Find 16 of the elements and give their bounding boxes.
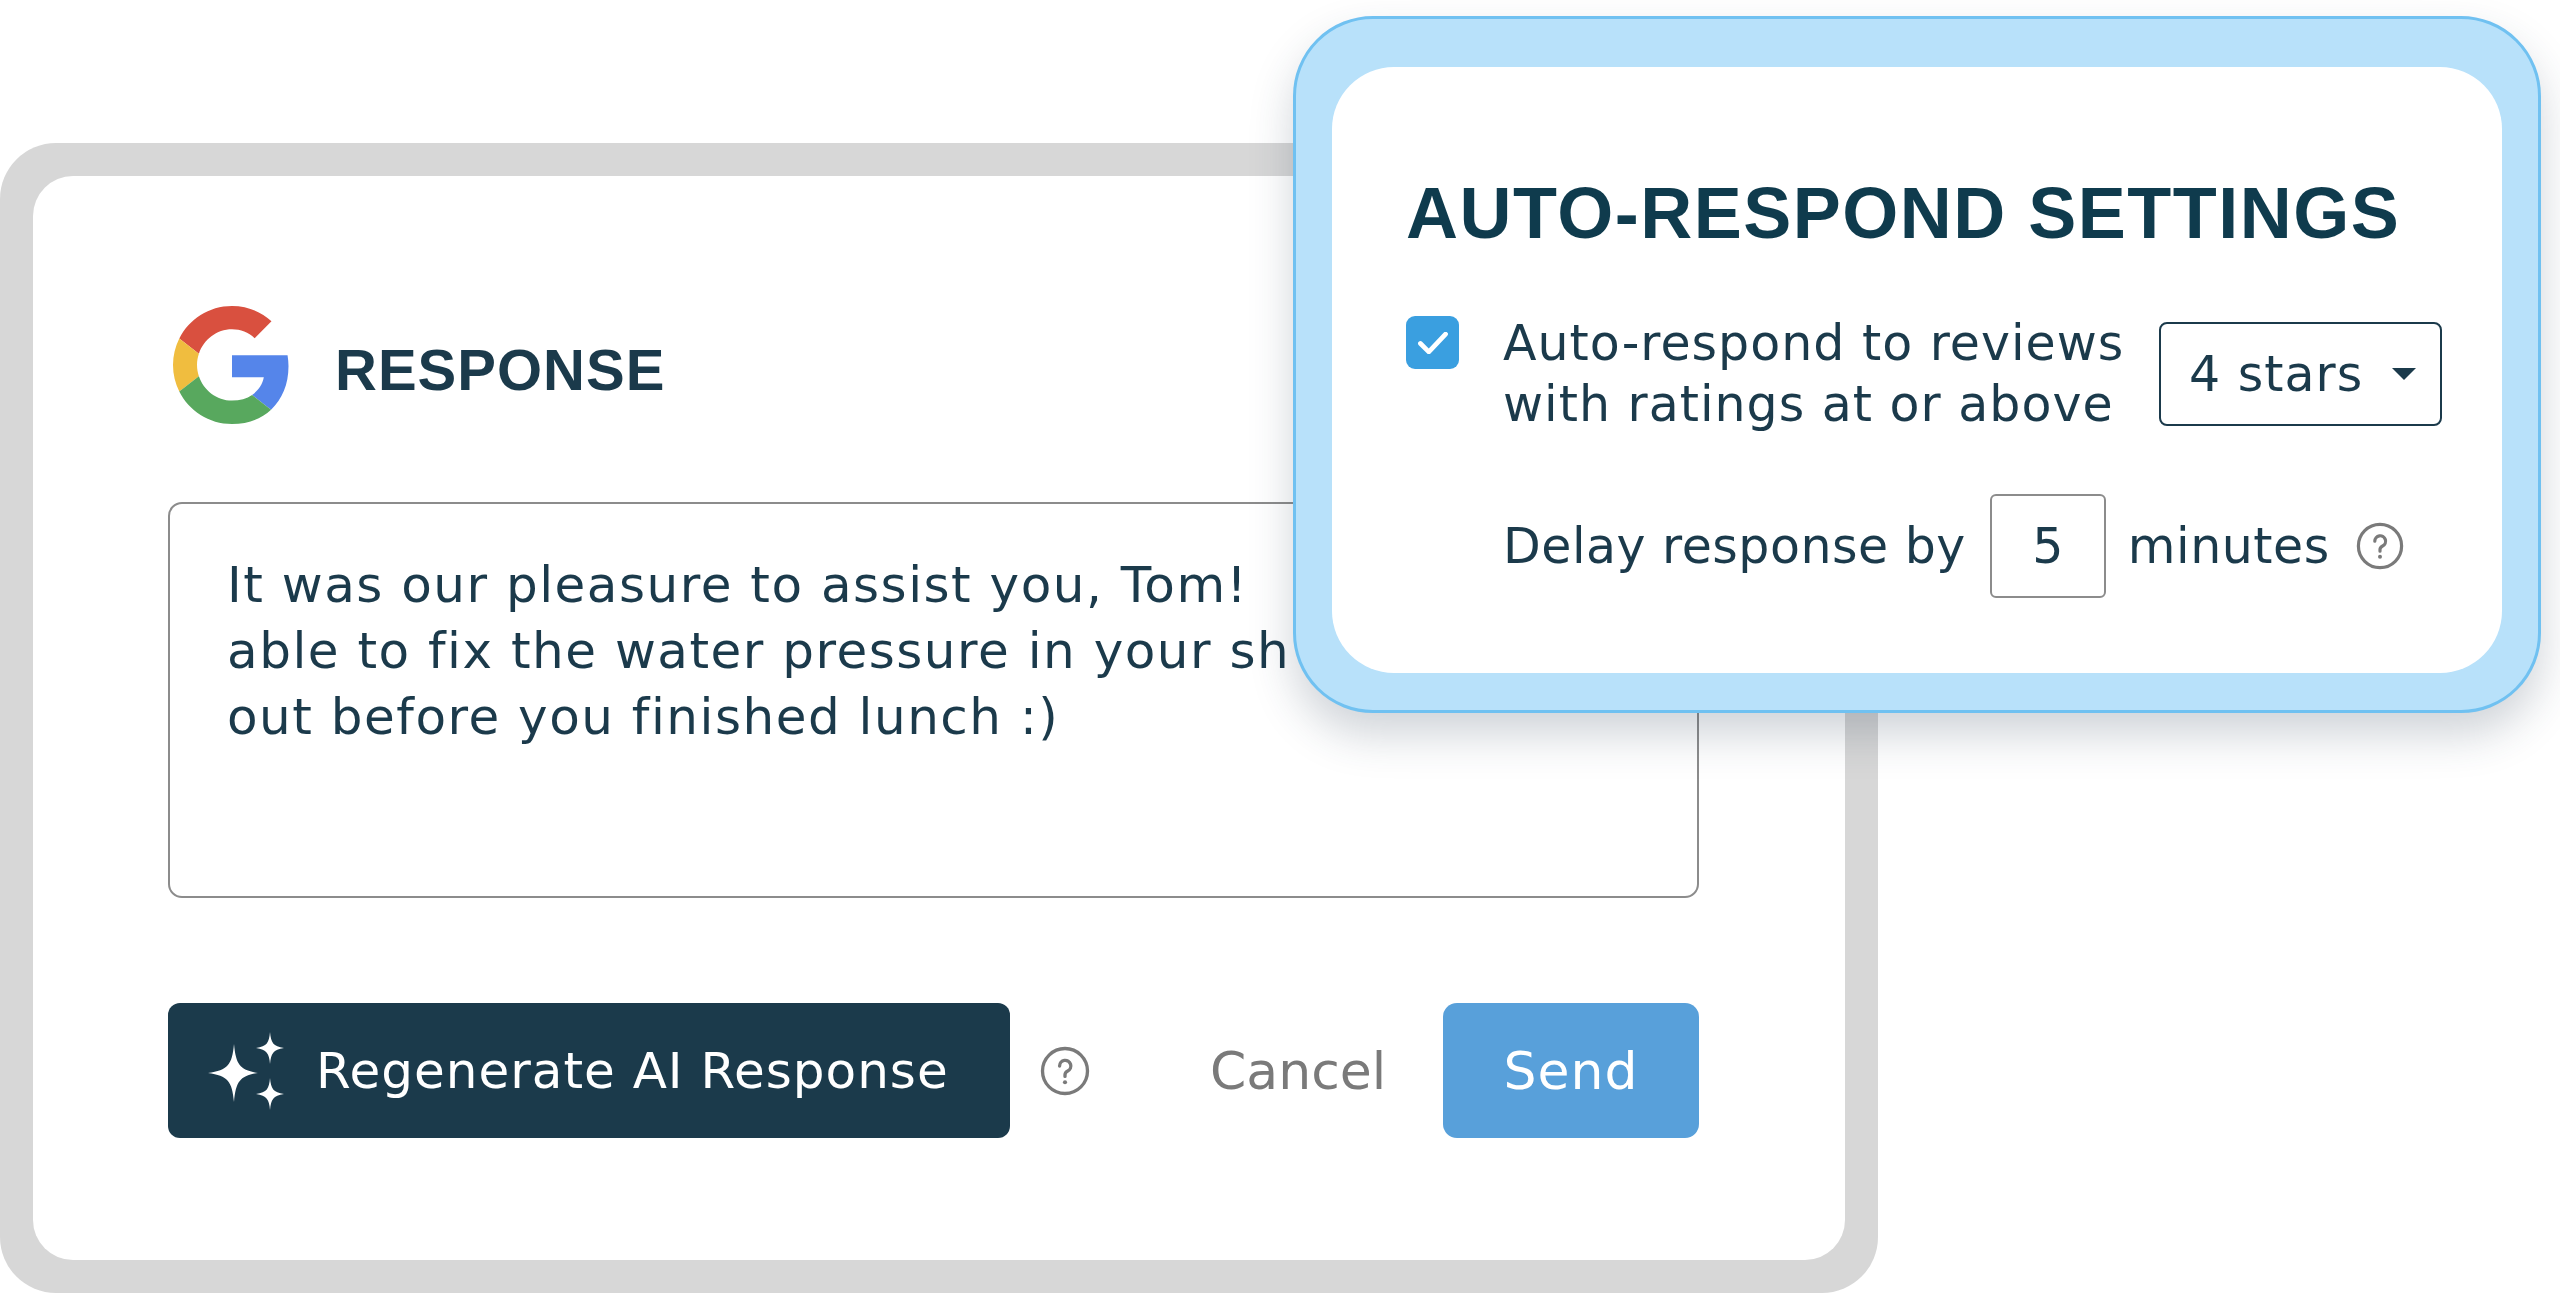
- help-icon[interactable]: [1040, 1045, 1090, 1096]
- minutes-label: minutes: [2127, 517, 2330, 575]
- help-icon[interactable]: [2355, 522, 2404, 570]
- rating-value: 4 stars: [2189, 345, 2364, 403]
- auto-respond-label: Auto-respond to reviews with ratings at or above: [1503, 314, 2126, 435]
- settings-title: AUTO-RESPOND SETTINGS: [1406, 172, 2402, 255]
- auto-respond-checkbox[interactable]: [1406, 316, 1459, 369]
- rating-dropdown[interactable]: 4 stars: [2159, 322, 2442, 426]
- regenerate-label: Regenerate AI Response: [316, 1041, 949, 1100]
- check-icon: [1417, 331, 1448, 354]
- cancel-button[interactable]: Cancel: [1210, 1040, 1387, 1101]
- delay-field[interactable]: 5: [1989, 494, 2106, 598]
- g-logo-icon: [173, 304, 291, 426]
- regenerate-button[interactable]: Regenerate AI Response: [168, 1003, 1010, 1138]
- response-title: RESPONSE: [335, 336, 666, 405]
- caret-icon: [2392, 368, 2416, 380]
